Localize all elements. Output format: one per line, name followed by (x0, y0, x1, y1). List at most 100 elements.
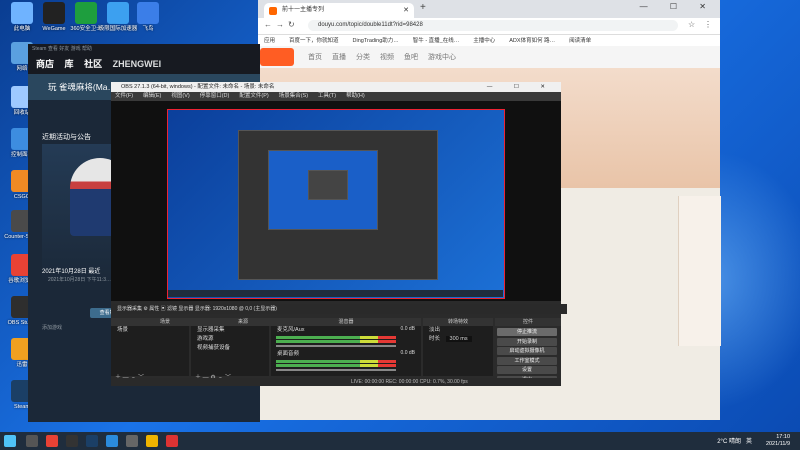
back-icon[interactable]: ← (264, 20, 272, 29)
douyu-nav-item[interactable]: 视频 (380, 54, 394, 61)
obs-window-controls[interactable]: — ☐ ✕ (487, 82, 555, 92)
douyu-favicon-icon (269, 7, 277, 15)
steam-menu[interactable]: Steam 查看 好友 游戏 帮助 (28, 44, 260, 54)
douyu-taskbar-icon[interactable] (166, 435, 178, 447)
news-note: 2021年10月28日 下午11:3… (48, 277, 111, 283)
mixer-db: 0.0 dB (400, 350, 415, 356)
bookmark-item[interactable]: 百度一下，你就知道 (289, 38, 339, 44)
bookmark-item[interactable]: 智牛 - 直播_在线… (413, 38, 459, 44)
desktop-icon[interactable]: 飞鸟 (128, 2, 168, 33)
nav-username[interactable]: ZHENGWEI (113, 59, 162, 69)
scenes-panel: 场景 (111, 326, 189, 376)
source-item[interactable]: 游戏源 (191, 335, 269, 344)
transition-select[interactable]: 淡出 (423, 326, 493, 335)
tab-strip: 前十一主播专列 ✕ + — ☐ ✕ (258, 0, 720, 18)
add-game-button[interactable]: 添加游戏 (42, 324, 62, 331)
obs-menu-item[interactable]: 编辑(E) (143, 93, 161, 99)
douyu-nav-item[interactable]: 直播 (332, 54, 346, 61)
bookmark-item[interactable]: DingTrading助力… (353, 38, 399, 44)
app-icon (75, 2, 97, 24)
app-taskbar-icon[interactable] (126, 435, 138, 447)
window-controls[interactable]: — ☐ ✕ (640, 2, 716, 11)
menu-icon[interactable]: ⋮ (704, 20, 712, 29)
address-bar[interactable]: douyu.com/topic/double11dt?rid=98428 (308, 20, 678, 31)
control-button[interactable]: 开始录制 (497, 337, 557, 346)
duration-row: 时长 300 ms (423, 335, 493, 344)
clock-date: 2021/11/9 (765, 441, 790, 447)
obs-menu-item[interactable]: 配置文件(P) (239, 93, 268, 99)
close-tab-icon[interactable]: ✕ (403, 3, 409, 18)
bookmark-item[interactable]: ADX体育如何 路… (509, 38, 555, 44)
obs-taskbar-icon[interactable] (66, 435, 78, 447)
obs-statusbar: LIVE: 00:00:00 REC: 00:00:00 CPU: 0.7%, … (111, 378, 561, 386)
control-button[interactable]: 工作室模式 (497, 356, 557, 365)
clock-time: 17:10 (776, 434, 790, 440)
obs-title: OBS 27.1.3 (64-bit, windows) - 配置文件: 未命名… (121, 84, 275, 90)
douyu-nav-item[interactable]: 首页 (308, 54, 322, 61)
douyu-nav-item[interactable]: 游戏中心 (428, 54, 456, 61)
nav-community[interactable]: 社区 (84, 59, 102, 69)
address-row: ← → ↻ douyu.com/topic/double11dt?rid=984… (258, 18, 720, 35)
control-button[interactable]: 停止推流 (497, 328, 557, 336)
bookmark-item[interactable]: 阅读清单 (569, 38, 591, 44)
nav-library[interactable]: 库 (65, 59, 74, 69)
transitions-header: 转场特效 (423, 318, 493, 326)
obs-preview[interactable] (111, 101, 561, 301)
level-meter (276, 360, 396, 363)
browser-tab[interactable]: 前十一主播专列 ✕ (264, 3, 414, 18)
nested-taskbar (168, 290, 503, 297)
mixer-track: 桌面音频 0.0 dB (271, 350, 421, 374)
sources-panel: 显示器采集 游戏源 视频捕获设备 (191, 326, 269, 376)
system-clock[interactable]: 17:10 2021/11/9 (766, 434, 790, 448)
transitions-panel: 淡出 时长 300 ms (423, 326, 493, 376)
controls-header: 控件 (495, 318, 561, 326)
level-meter (276, 340, 396, 343)
windows-start-icon[interactable] (4, 435, 16, 447)
mixer-panel: 麦克风/Aux 0.0 dB 桌面音频 0.0 dB (271, 326, 421, 376)
new-tab-button[interactable]: + (420, 2, 426, 13)
edge-taskbar-icon[interactable] (106, 435, 118, 447)
level-meter (276, 336, 396, 339)
nav-store[interactable]: 商店 (36, 59, 54, 69)
chrome-taskbar-icon[interactable] (46, 435, 58, 447)
mixer-track-name: 桌面音频 (277, 351, 300, 357)
ime-indicator[interactable]: 英 (746, 439, 752, 445)
obs-menu-item[interactable]: 停靠窗口(D) (200, 93, 230, 99)
douyu-nav-item[interactable]: 鱼吧 (404, 54, 418, 61)
control-button[interactable]: 启动虚拟摄像机 (497, 347, 557, 355)
weather-status[interactable]: 2°C 晴朗 英 (717, 436, 752, 445)
star-icon[interactable]: ☆ (688, 20, 695, 29)
obs-menu-item[interactable]: 文件(F) (115, 93, 133, 99)
source-toolbar[interactable]: 显示器采集 ⚙ 属性 ▣ 滤镜 显示器 显示器: 1920x1080 @ 0,0… (111, 304, 567, 314)
forward-icon[interactable]: → (276, 20, 284, 29)
obs-menu-item[interactable]: 工具(T) (318, 93, 336, 99)
source-item[interactable]: 视频捕获设备 (191, 344, 269, 353)
obs-menu-item[interactable]: 场景集合(S) (279, 93, 308, 99)
tab-title: 前十一主播专列 (282, 7, 325, 13)
source-item[interactable]: 显示器采集 (191, 326, 269, 335)
bookmark-item[interactable]: 主播中心 (473, 38, 495, 44)
duration-input[interactable]: 300 ms (445, 336, 472, 342)
preview-canvas[interactable] (167, 109, 505, 299)
side-panel (678, 196, 721, 346)
search-icon[interactable] (26, 435, 38, 447)
steam-taskbar-icon[interactable] (86, 435, 98, 447)
obs-titlebar: OBS 27.1.3 (64-bit, windows) - 配置文件: 未命名… (111, 82, 561, 92)
douyu-logo[interactable] (260, 48, 294, 66)
volume-slider[interactable] (276, 345, 396, 347)
control-button[interactable]: 设置 (497, 366, 557, 374)
bookmark-item[interactable]: 应用 (264, 38, 275, 44)
scene-item[interactable]: 场景 (111, 326, 189, 335)
mixer-header: 混音器 (271, 318, 421, 326)
game-taskbar-icon[interactable] (146, 435, 158, 447)
app-icon (43, 2, 65, 24)
douyu-nav-item[interactable]: 分类 (356, 54, 370, 61)
volume-slider[interactable] (276, 369, 396, 371)
steam-nav: 商店 库 社区 ZHENGWEI (28, 54, 260, 74)
app-icon (11, 2, 33, 24)
obs-menu-item[interactable]: 帮助(H) (346, 93, 365, 99)
obs-menu-item[interactable]: 视图(V) (171, 93, 189, 99)
reload-icon[interactable]: ↻ (288, 20, 295, 29)
douyu-header: 首页 直播 分类 视频 鱼吧 游戏中心 (258, 46, 720, 69)
section-title: 近期活动与公告 (42, 134, 91, 141)
